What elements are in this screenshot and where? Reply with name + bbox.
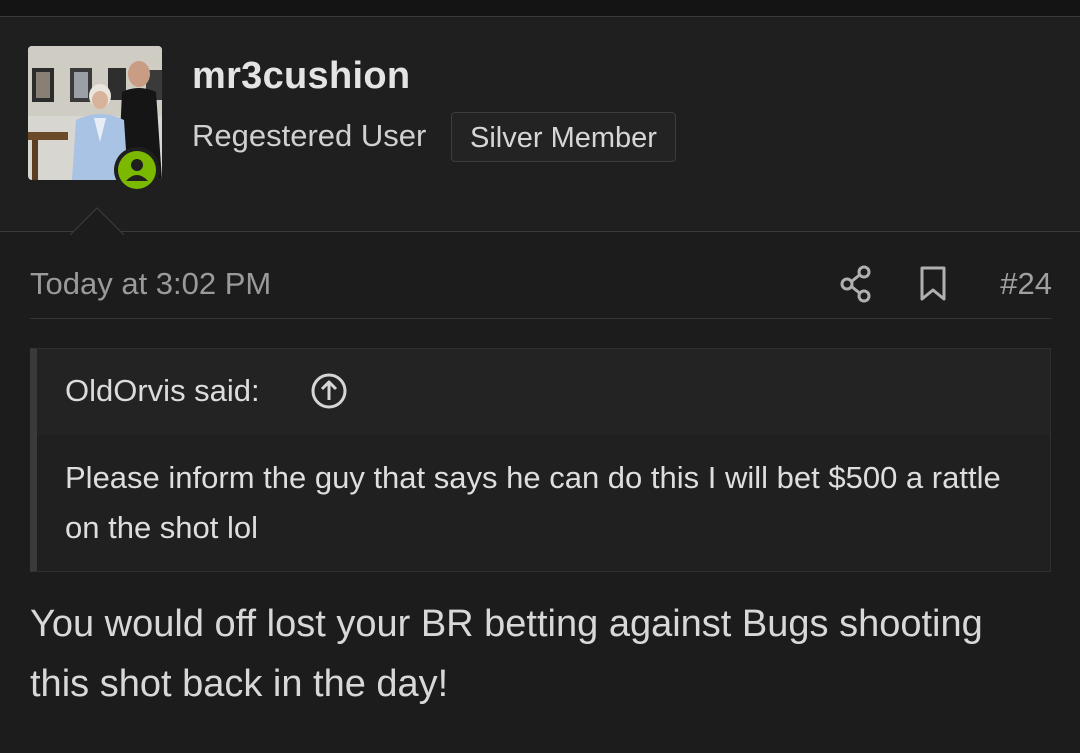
post-meta-bar: Today at 3:02 PM #24: [30, 262, 1052, 319]
post-number-link[interactable]: #24: [1000, 266, 1052, 302]
bookmark-icon[interactable]: [918, 266, 948, 302]
share-icon[interactable]: [838, 264, 874, 304]
post-body-text: You would off lost your BR betting again…: [30, 603, 983, 705]
quote-text: Please inform the guy that says he can d…: [65, 460, 1001, 545]
quote-block: OldOrvis said: Please inform the guy tha…: [30, 348, 1051, 572]
quote-author[interactable]: OldOrvis said:: [65, 373, 260, 409]
online-status-indicator: [114, 147, 160, 193]
post-user-block: mr3cushion Regestered User Silver Member: [0, 17, 1080, 235]
user-title: Regestered User: [192, 118, 427, 153]
post-date-link[interactable]: Today at 3:02 PM: [30, 266, 271, 302]
quote-header: OldOrvis said:: [37, 349, 1050, 435]
username-link[interactable]: mr3cushion: [192, 55, 410, 98]
arrow-up-circle-icon[interactable]: [309, 371, 349, 411]
top-bar: [0, 0, 1080, 17]
user-online-icon: [126, 159, 148, 181]
user-badge: Silver Member: [451, 112, 676, 162]
